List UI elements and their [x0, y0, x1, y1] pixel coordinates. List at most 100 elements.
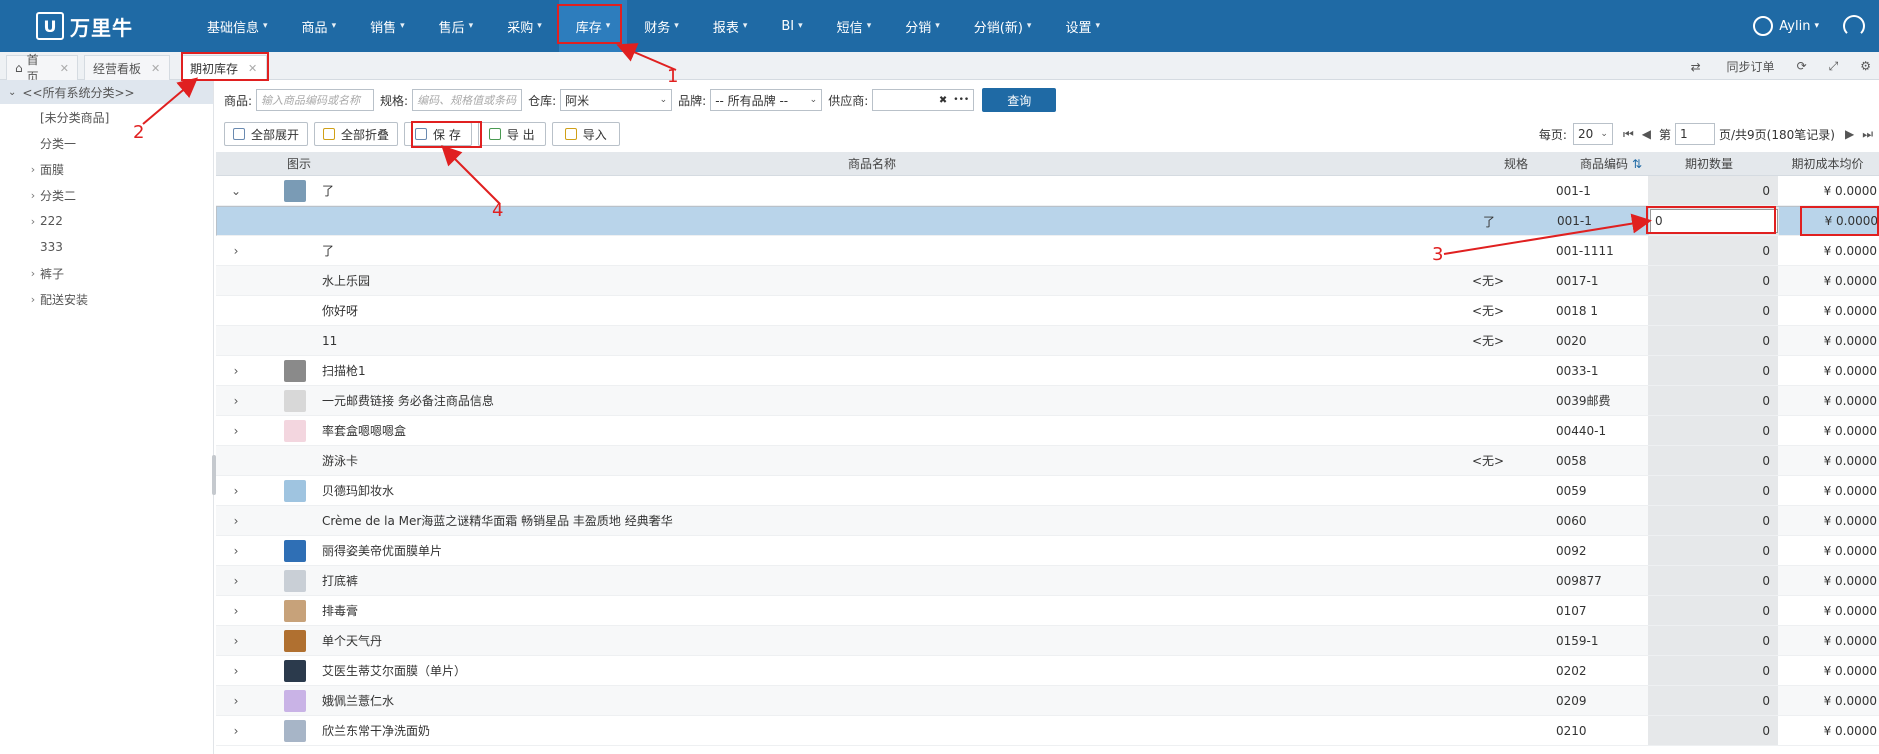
- sidebar-item[interactable]: 分类一: [0, 130, 213, 156]
- import-button[interactable]: 导入: [551, 122, 620, 146]
- cost-cell[interactable]: ¥ 0.0000: [1778, 236, 1879, 265]
- headset-icon[interactable]: [1843, 15, 1865, 37]
- expand-toggle-icon[interactable]: ›: [226, 476, 246, 505]
- qty-cell[interactable]: 0: [1648, 566, 1778, 595]
- cost-cell[interactable]: ¥ 0.0000: [1778, 266, 1879, 295]
- query-button[interactable]: 查询: [982, 88, 1057, 112]
- nav-item-finance[interactable]: 财务 ▾: [627, 0, 696, 52]
- nav-item-distribution[interactable]: 分销 ▾: [888, 0, 957, 52]
- expand-toggle-icon[interactable]: ›: [226, 356, 246, 385]
- export-button[interactable]: 导 出: [477, 122, 546, 146]
- nav-item-bi[interactable]: BI ▾: [764, 0, 819, 52]
- cost-cell[interactable]: ¥ 0.0000: [1778, 476, 1879, 505]
- sidebar-item[interactable]: › 面膜: [0, 156, 213, 182]
- cost-cell[interactable]: ¥ 0.0000: [1778, 506, 1879, 535]
- cost-cell[interactable]: ¥ 0.0000: [1778, 386, 1879, 415]
- last-page-icon[interactable]: ⏭: [1862, 127, 1873, 142]
- cost-cell[interactable]: ¥ 0.0000: [1778, 686, 1879, 715]
- tab-dashboard[interactable]: 经营看板 ✕: [84, 55, 170, 80]
- sync-orders-button[interactable]: ⇄ 同步订单: [1669, 58, 1775, 75]
- cost-cell[interactable]: ¥ 0.0000: [1778, 536, 1879, 565]
- refresh-icon[interactable]: ⟳: [1797, 59, 1807, 73]
- table-row[interactable]: 11 <无> 0020 0 ¥ 0.0000: [216, 326, 1879, 356]
- cost-cell[interactable]: ¥ 0.0000: [1778, 446, 1879, 475]
- table-row[interactable]: 了 001-1 0 ¥ 0.0000: [216, 206, 1879, 236]
- cost-cell[interactable]: ¥ 0.0000: [1778, 716, 1879, 745]
- cost-cell[interactable]: ¥ 0.0000: [1778, 656, 1879, 685]
- cost-cell[interactable]: ¥ 0.0000: [1778, 626, 1879, 655]
- nav-item-after-sales[interactable]: 售后 ▾: [422, 0, 491, 52]
- qty-cell[interactable]: 0: [1648, 296, 1778, 325]
- spec-search-input[interactable]: 编码、规格值或条码: [412, 89, 523, 111]
- expand-toggle-icon[interactable]: ›: [226, 686, 246, 715]
- sidebar-item[interactable]: 333: [0, 234, 213, 260]
- table-row[interactable]: › 一元邮费链接 务必备注商品信息 0039邮费 0 ¥ 0.0000: [216, 386, 1879, 416]
- chevron-right-icon[interactable]: ›: [26, 189, 40, 202]
- sidebar-item[interactable]: › 222: [0, 208, 213, 234]
- qty-cell[interactable]: 0: [1648, 446, 1778, 475]
- expand-toggle-icon[interactable]: ›: [226, 626, 246, 655]
- table-row[interactable]: 你好呀 <无> 0018 1 0 ¥ 0.0000: [216, 296, 1879, 326]
- qty-cell[interactable]: 0: [1648, 686, 1778, 715]
- expand-all-button[interactable]: 全部展开: [224, 122, 309, 146]
- more-icon[interactable]: •••: [953, 95, 969, 105]
- expand-toggle-icon[interactable]: ›: [226, 416, 246, 445]
- first-page-icon[interactable]: ⏮: [1623, 127, 1634, 142]
- cost-cell[interactable]: ¥ 0.0000: [1778, 356, 1879, 385]
- brand-select[interactable]: -- 所有品牌 -- ⌄: [710, 89, 823, 111]
- prev-page-icon[interactable]: ◀: [1642, 127, 1651, 141]
- table-row[interactable]: › 排毒膏 0107 0 ¥ 0.0000: [216, 596, 1879, 626]
- table-row[interactable]: ⌄ 了 001-1 0 ¥ 0.0000: [216, 176, 1879, 206]
- qty-cell[interactable]: 0: [1648, 596, 1778, 625]
- qty-cell[interactable]: 0: [1648, 266, 1778, 295]
- product-search-input[interactable]: 输入商品编码或名称: [256, 89, 375, 111]
- cost-cell[interactable]: ¥ 0.0000: [1778, 596, 1879, 625]
- qty-cell[interactable]: 0: [1648, 536, 1778, 565]
- chevron-right-icon[interactable]: ›: [26, 267, 40, 280]
- qty-cell[interactable]: 0: [1648, 326, 1778, 355]
- qty-cell[interactable]: 0: [1648, 176, 1778, 205]
- table-row[interactable]: › 娥佩兰薏仁水 0209 0 ¥ 0.0000: [216, 686, 1879, 716]
- cost-cell[interactable]: ¥ 0.0000: [1778, 326, 1879, 355]
- nav-item-sms[interactable]: 短信 ▾: [820, 0, 889, 52]
- table-row[interactable]: 水上乐园 <无> 0017-1 0 ¥ 0.0000: [216, 266, 1879, 296]
- expand-toggle-icon[interactable]: ›: [226, 506, 246, 535]
- expand-toggle-icon[interactable]: ›: [226, 596, 246, 625]
- cost-cell[interactable]: ¥ 0.0000: [1778, 296, 1879, 325]
- sidebar-item[interactable]: › 分类二: [0, 182, 213, 208]
- table-row[interactable]: › 欣兰东常干净洗面奶 0210 0 ¥ 0.0000: [216, 716, 1879, 746]
- nav-item-settings[interactable]: 设置 ▾: [1048, 0, 1117, 52]
- nav-item-reports[interactable]: 报表 ▾: [696, 0, 765, 52]
- table-row[interactable]: › 打底裤 009877 0 ¥ 0.0000: [216, 566, 1879, 596]
- close-icon[interactable]: ✕: [60, 62, 69, 75]
- table-row[interactable]: › 了 001-1111 0 ¥ 0.0000: [216, 236, 1879, 266]
- expand-toggle-icon[interactable]: ›: [226, 656, 246, 685]
- clear-icon[interactable]: ✖: [939, 95, 947, 106]
- expand-toggle-icon[interactable]: ›: [226, 236, 246, 265]
- cost-cell[interactable]: ¥ 0.0000: [1778, 176, 1879, 205]
- warehouse-select[interactable]: 阿米 ⌄: [560, 89, 673, 111]
- cost-cell[interactable]: ¥ 0.0000: [1778, 566, 1879, 595]
- qty-cell[interactable]: 0: [1648, 626, 1778, 655]
- fullscreen-icon[interactable]: ⤢: [1829, 59, 1839, 74]
- tab-home[interactable]: ⌂ 首页 ✕: [6, 53, 78, 84]
- nav-item-products[interactable]: 商品 ▾: [285, 0, 354, 52]
- expand-toggle-icon[interactable]: ›: [226, 566, 246, 595]
- table-row[interactable]: 游泳卡 <无> 0058 0 ¥ 0.0000: [216, 446, 1879, 476]
- close-icon[interactable]: ✕: [151, 62, 160, 75]
- table-row[interactable]: › 贝德玛卸妆水 0059 0 ¥ 0.0000: [216, 476, 1879, 506]
- supplier-select[interactable]: ✖ •••: [872, 89, 975, 111]
- user-menu[interactable]: Aylin ▾: [1753, 0, 1819, 52]
- qty-cell[interactable]: 0: [1648, 416, 1778, 445]
- expand-toggle-icon[interactable]: ›: [226, 536, 246, 565]
- page-input[interactable]: 1: [1675, 123, 1715, 145]
- collapse-all-button[interactable]: 全部折叠: [314, 122, 399, 146]
- table-row[interactable]: › Crème de la Mer海蓝之谜精华面霜 畅销星品 丰盈质地 经典奢华 0…: [216, 506, 1879, 536]
- sidebar-item[interactable]: › 配送安装: [0, 286, 213, 312]
- nav-item-basic-info[interactable]: 基础信息 ▾: [190, 0, 285, 52]
- table-row[interactable]: › 丽得姿美帝优面膜单片 0092 0 ¥ 0.0000: [216, 536, 1879, 566]
- logo[interactable]: U 万里牛: [36, 11, 133, 41]
- sidebar-item[interactable]: › 裤子: [0, 260, 213, 286]
- nav-item-distribution-new[interactable]: 分销(新) ▾: [957, 0, 1049, 52]
- qty-cell[interactable]: 0: [1648, 236, 1778, 265]
